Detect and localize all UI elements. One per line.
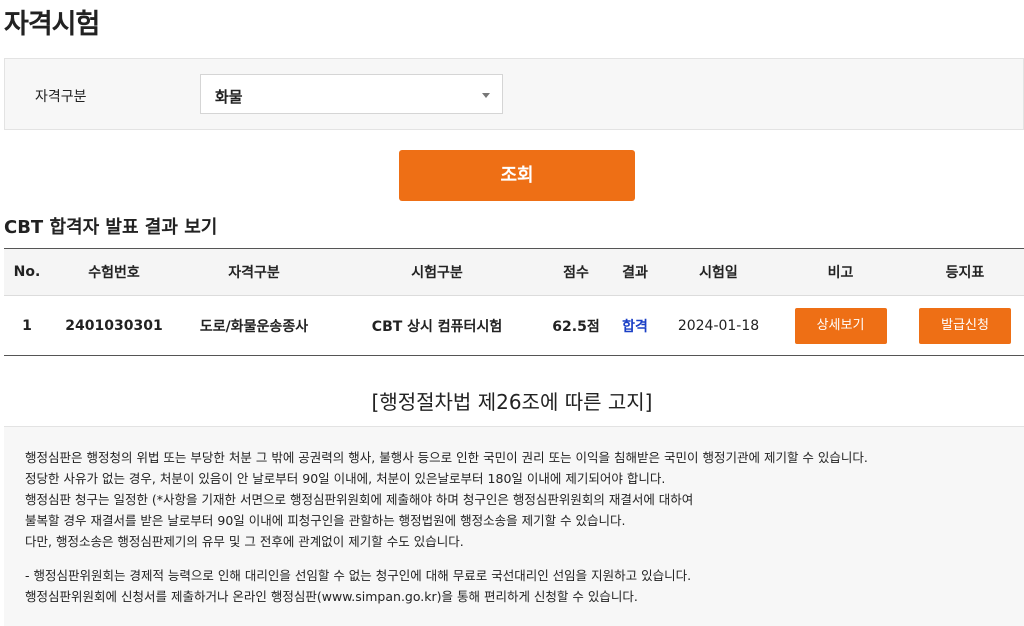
row-no: 1 <box>4 295 50 356</box>
header-exam-number: 수험번호 <box>50 248 178 296</box>
header-qualification: 자격구분 <box>178 248 330 296</box>
row-exam-date: 2024-01-18 <box>662 295 775 356</box>
row-qualification: 도로/화물운송종사 <box>178 295 330 356</box>
results-table: No. 수험번호 자격구분 시험구분 점수 결과 시험일 비고 등지표 1 24… <box>4 248 1024 356</box>
notice-panel: 행정심판은 행정청의 위법 또는 부당한 처분 그 밖에 공권력의 행사, 불행… <box>4 426 1024 626</box>
header-exam-date: 시험일 <box>662 248 775 296</box>
notice-title: [행정절차법 제26조에 따른 고지] <box>371 390 653 414</box>
notice-line: - 행정심판위원회는 경제적 능력으로 인해 대리인을 선임할 수 없는 청구인… <box>25 568 692 583</box>
row-certificate-cell: 발급신청 <box>906 295 1024 356</box>
qualification-filter-label: 자격구분 <box>35 89 87 105</box>
table-row: 1 2401030301 도로/화물운송종사 CBT 상시 컴퓨터시험 62.5… <box>4 295 1024 356</box>
header-no: No. <box>4 248 50 296</box>
notice-line: 행정심판 청구는 일정한 (*사항을 기재한 서면으로 행정심판위원회에 제출해… <box>25 492 694 507</box>
chevron-down-icon <box>482 93 490 98</box>
notice-line: 정당한 사유가 없는 경우, 처분이 있음이 안 날로부터 90일 이내에, 처… <box>25 471 666 486</box>
header-certificate: 등지표 <box>906 248 1024 296</box>
qualification-select-value: 화물 <box>215 88 243 106</box>
row-exam-number: 2401030301 <box>50 295 178 356</box>
notice-line: 행정심판은 행정청의 위법 또는 부당한 처분 그 밖에 공권력의 행사, 불행… <box>25 450 868 465</box>
header-result: 결과 <box>608 248 662 296</box>
notice-line: 불복할 경우 재결서를 받은 날로부터 90일 이내에 피청구인을 관할하는 행… <box>25 513 626 528</box>
header-exam-type: 시험구분 <box>330 248 544 296</box>
header-score: 점수 <box>544 248 608 296</box>
row-exam-type: CBT 상시 컴퓨터시험 <box>330 295 544 356</box>
row-result-cell: 합격 <box>608 295 662 356</box>
result-pass-badge: 합격 <box>622 318 648 335</box>
issue-request-button[interactable]: 발급신청 <box>919 307 1011 344</box>
notice-line: 행정심판위원회에 신청서를 제출하거나 온라인 행정심판(www.simpan.… <box>25 589 638 604</box>
notice-spacer <box>25 552 1024 565</box>
header-remarks: 비고 <box>775 248 906 296</box>
detail-view-button[interactable]: 상세보기 <box>794 307 887 344</box>
row-score: 62.5점 <box>544 295 608 356</box>
row-remarks-cell: 상세보기 <box>775 295 906 356</box>
search-button[interactable]: 조회 <box>399 150 635 201</box>
notice-line: 다만, 행정소송은 행정심판제기의 유무 및 그 전후에 관계없이 제기할 수도… <box>25 534 464 549</box>
page-title: 자격시험 <box>4 9 100 40</box>
filter-panel: 자격구분 화물 <box>4 58 1024 130</box>
results-section-title: CBT 합격자 발표 결과 보기 <box>4 217 218 238</box>
qualification-select[interactable]: 화물 <box>200 74 503 114</box>
table-header-row: No. 수험번호 자격구분 시험구분 점수 결과 시험일 비고 등지표 <box>4 248 1024 296</box>
